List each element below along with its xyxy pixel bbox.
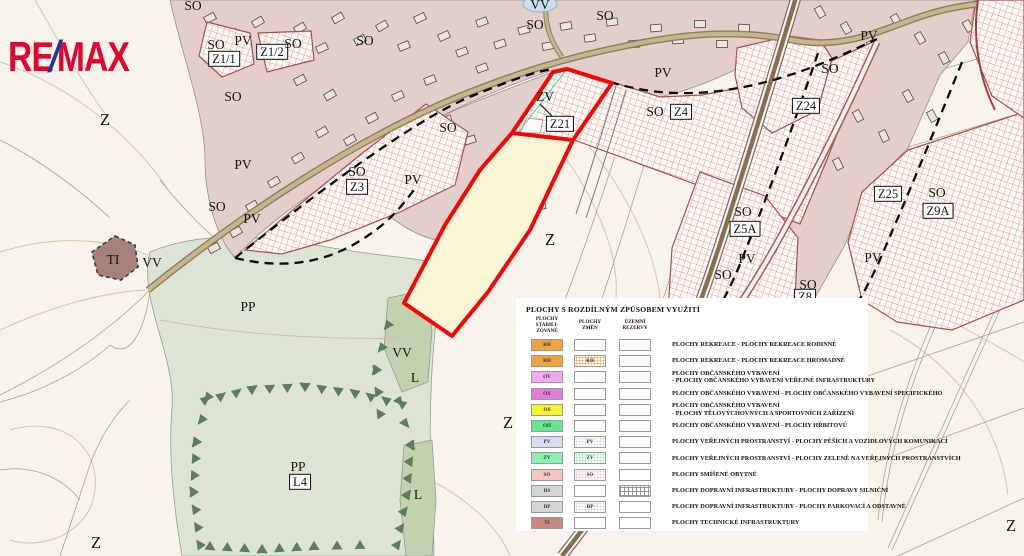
legend-desc-so: PLOCHY SMÍŠENÉ OBYTNÉ <box>658 471 860 479</box>
legend-desc-rh: PLOCHY REKREACE - PLOCHY REKREACE HROMAD… <box>658 357 860 365</box>
legend-col-changes: PLOCHY ZMĚN <box>568 320 612 332</box>
legend-swatch-stabilized-ox: OX <box>531 388 563 400</box>
legend-swatch-reserve-rh <box>619 355 651 367</box>
legend-swatch-stabilized-ds: DS <box>531 485 563 497</box>
legend-swatch-stabilized-ti: TI <box>531 517 563 529</box>
legend-swatch-changes-ov <box>574 371 606 383</box>
legend-title: PLOCHY S ROZDÍLNÝM ZPŮSOBEM VYUŽITÍ <box>526 305 860 314</box>
legend-desc-oh: PLOCHY OBČANSKÉHO VYBAVENÍ - PLOCHY HŘBI… <box>658 422 860 430</box>
legend-swatch-reserve-pv <box>619 436 651 448</box>
meadow-pp <box>148 237 436 556</box>
legend-panel: PLOCHY S ROZDÍLNÝM ZPŮSOBEM VYUŽITÍ PLOC… <box>516 298 868 531</box>
logo-max: MAX <box>57 33 129 80</box>
legend-row-pv: PVPVPLOCHY VEŘEJNÝCH PROSTRANSTVÍ - PLOC… <box>526 434 860 450</box>
legend-desc-os: PLOCHY OBČANSKÉHO VYBAVENÍ- PLOCHY TĚLOV… <box>658 402 860 417</box>
legend-row-rh: RH RH PLOCHY REKREACE - PLOCHY REKREACE HR… <box>526 353 860 369</box>
legend-swatch-reserve-zv <box>619 452 651 464</box>
legend-desc-ds: PLOCHY DOPRAVNÍ INFRASTRUKTURY - PLOCHY … <box>658 487 888 495</box>
legend-swatch-stabilized-so: SO <box>531 469 563 481</box>
legend-row-os: OS PLOCHY OBČANSKÉHO VYBAVENÍ- PLOCHY TĚL… <box>526 402 860 418</box>
legend-swatch-changes-pv: PV <box>574 436 606 448</box>
legend-swatch-stabilized-os: OS <box>531 404 563 416</box>
legend-desc-dp: PLOCHY DOPRAVNÍ INFRASTRUKTURY - PLOCHY … <box>658 503 906 511</box>
legend-swatch-reserve-so <box>619 469 651 481</box>
legend-swatch-stabilized-rr: RR <box>531 339 563 351</box>
legend-swatch-stabilized-zv: ZV <box>531 452 563 464</box>
legend-row-ox: OXPLOCHY OBČANSKÉHO VYBAVENÍ - PLOCHY OB… <box>526 385 860 401</box>
legend-row-so: SO SO PLOCHY SMÍŠENÉ OBYTNÉ <box>526 466 860 482</box>
legend-col-reserves: ÚZEMNÍ REZERVY <box>612 320 658 332</box>
legend-swatch-changes-ti <box>574 517 606 529</box>
legend-swatch-stabilized-pv: PV <box>531 436 563 448</box>
legend-column-headers: PLOCHY STABILI- ZOVANÉ PLOCHY ZMĚN ÚZEMN… <box>526 317 860 335</box>
legend-row-ov: OVPLOCHY OBČANSKÉHO VYBAVENÍ- PLOCHY OBČ… <box>526 369 860 385</box>
legend-row-zv: ZVZVPLOCHY VEŘEJNÝCH PROSTRANSTVÍ - PLOC… <box>526 450 860 466</box>
legend-swatch-reserve-os <box>619 404 651 416</box>
map-canvas <box>0 0 1024 556</box>
legend-swatch-reserve-ox <box>619 388 651 400</box>
legend-swatch-stabilized-ov: OV <box>531 371 563 383</box>
legend-desc-zv: PLOCHY VEŘEJNÝCH PROSTRANSTVÍ - PLOCHY Z… <box>658 455 961 463</box>
legend-swatch-changes-ds <box>574 485 606 497</box>
legend-swatch-changes-dp: DP <box>574 501 606 513</box>
legend-swatch-changes-ox <box>574 388 606 400</box>
legend-row-rr: RR PLOCHY REKREACE - PLOCHY REKREACE RODI… <box>526 337 860 353</box>
legend-swatch-reserve-rr <box>619 339 651 351</box>
legend-row-ti: TI PLOCHY TECHNICKÉ INFRASTRUKTURY <box>526 515 860 531</box>
legend-row-dp: DPDPPLOCHY DOPRAVNÍ INFRASTRUKTURY - PLO… <box>526 499 860 515</box>
legend-row-oh: OH PLOCHY OBČANSKÉHO VYBAVENÍ - PLOCHY HŘ… <box>526 418 860 434</box>
legend-swatch-changes-so: SO <box>574 469 606 481</box>
legend-desc-ox: PLOCHY OBČANSKÉHO VYBAVENÍ - PLOCHY OBČA… <box>658 390 942 398</box>
legend-rows: RR PLOCHY REKREACE - PLOCHY REKREACE RODI… <box>526 337 860 531</box>
legend-swatch-stabilized-rh: RH <box>531 355 563 367</box>
legend-swatch-changes-rr <box>574 339 606 351</box>
legend-swatch-reserve-dp <box>619 501 651 513</box>
legend-desc-ov: PLOCHY OBČANSKÉHO VYBAVENÍ- PLOCHY OBČAN… <box>658 370 875 385</box>
legend-col-stabilized: PLOCHY STABILI- ZOVANÉ <box>526 317 568 335</box>
legend-swatch-stabilized-oh: OH <box>531 420 563 432</box>
legend-swatch-reserve-ov <box>619 371 651 383</box>
remax-logo: RE/MAX <box>8 36 129 78</box>
legend-swatch-changes-oh <box>574 420 606 432</box>
legend-swatch-reserve-oh <box>619 420 651 432</box>
legend-swatch-changes-zv: ZV <box>574 452 606 464</box>
legend-swatch-changes-os <box>574 404 606 416</box>
legend-desc-pv: PLOCHY VEŘEJNÝCH PROSTRANSTVÍ - PLOCHY P… <box>658 438 948 446</box>
legend-swatch-changes-rh: RH <box>574 355 606 367</box>
legend-swatch-reserve-ds <box>619 485 651 497</box>
legend-swatch-stabilized-dp: DP <box>531 501 563 513</box>
pond <box>523 0 557 12</box>
legend-row-ds: DSPLOCHY DOPRAVNÍ INFRASTRUKTURY - PLOCH… <box>526 483 860 499</box>
legend-swatch-reserve-ti <box>619 517 651 529</box>
legend-desc-rr: PLOCHY REKREACE - PLOCHY REKREACE RODINN… <box>658 341 860 349</box>
legend-desc-ti: PLOCHY TECHNICKÉ INFRASTRUKTURY <box>658 519 860 527</box>
zoning-map-screenshot: RE/MAX SOPVSOZ1/1Z1/2SOSOSOSOVVSOPVPVSOZ… <box>0 0 1024 556</box>
